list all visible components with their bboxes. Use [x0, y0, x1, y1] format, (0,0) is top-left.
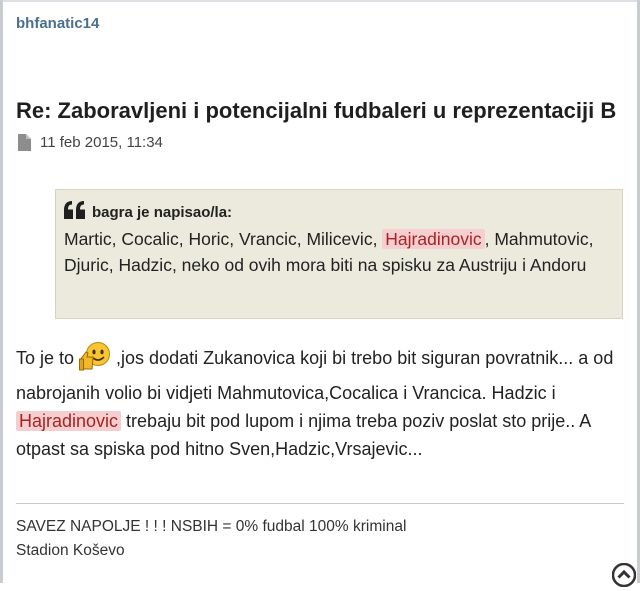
- signature: SAVEZ NAPOLJE ! ! ! NSBIH = 0% fudbal 10…: [16, 515, 616, 563]
- signature-line-1: SAVEZ NAPOLJE ! ! ! NSBIH = 0% fudbal 10…: [16, 518, 407, 535]
- quote-highlight: Hajradinovic: [382, 229, 485, 249]
- thumbs-up-smiley-icon: [79, 341, 111, 379]
- body-part1: To je to: [16, 348, 80, 368]
- scroll-top-button[interactable]: [611, 562, 637, 591]
- page-top-border: [0, 0, 640, 2]
- signature-divider: [16, 503, 624, 504]
- post-title[interactable]: Re: Zaboravljeni i potencijalni fudbaler…: [16, 98, 636, 124]
- chevron-up-circle-icon[interactable]: [611, 562, 637, 591]
- post-body: To je to ,jos dodati Zukanovica koji bi …: [16, 341, 622, 463]
- quote-icon: [64, 201, 86, 223]
- page-left-border: [0, 0, 3, 583]
- quote-cite[interactable]: bagra je napisao/la:: [92, 204, 232, 221]
- signature-line-2: Stadion Koševo: [16, 542, 125, 559]
- body-highlight: Hajradinovic: [16, 411, 122, 431]
- file-icon: [17, 134, 31, 151]
- quote-block: bagra je napisao/la: Martic, Cocalic, Ho…: [55, 189, 623, 319]
- quote-text: Martic, Cocalic, Horic, Vrancic, Milicev…: [64, 226, 613, 278]
- post-author[interactable]: bhfanatic14: [16, 15, 99, 32]
- quote-header: bagra je napisao/la:: [64, 201, 613, 223]
- quote-text-before: Martic, Cocalic, Horic, Vrancic, Milicev…: [64, 229, 383, 249]
- post-meta: 11 feb 2015, 11:34: [17, 134, 163, 151]
- post-date: 11 feb 2015, 11:34: [40, 134, 163, 151]
